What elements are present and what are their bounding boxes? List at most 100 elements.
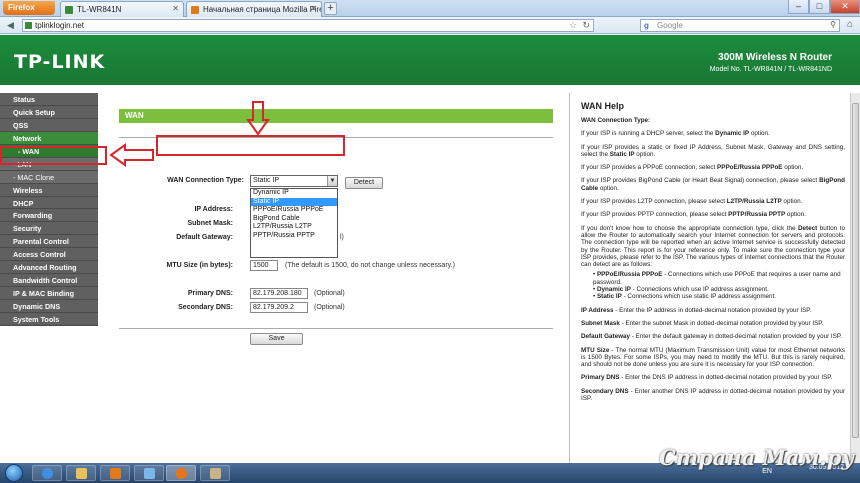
tab-close-icon[interactable]: ✕ bbox=[310, 4, 317, 13]
help-paragraph: Subnet Mask - Enter the subnet Mask in d… bbox=[581, 319, 824, 327]
sidebar-item-mac-clone[interactable]: - MAC Clone bbox=[0, 170, 98, 184]
help-bullet: • Dynamic IP - Connections which use IP … bbox=[593, 286, 769, 294]
search-icon[interactable]: ⚲ bbox=[830, 20, 836, 29]
sidebar-item-advanced-routing[interactable]: Advanced Routing bbox=[0, 261, 98, 275]
search-input[interactable]: g Google ⚲ bbox=[640, 19, 840, 32]
taskbar-tools-icon[interactable] bbox=[200, 465, 230, 481]
gateway-optional-hint: l) bbox=[340, 234, 344, 241]
conn-type-dropdown[interactable]: Dynamic IP Static IP PPPoE/Russia PPPoE Big… bbox=[250, 188, 338, 258]
address-bar[interactable]: tplinklogin.net ☆ ↻ bbox=[22, 19, 594, 32]
primary-dns-input[interactable]: 82.179.208.180 bbox=[250, 288, 308, 299]
url-text: tplinklogin.net bbox=[35, 21, 84, 30]
tab-firefox-start[interactable]: Начальная страница Mozilla Firefox ✕ bbox=[186, 1, 322, 17]
dropdown-option[interactable]: PPTP/Russia PPTP bbox=[251, 232, 337, 241]
minimize-icon[interactable]: – bbox=[788, 0, 809, 14]
model-title: 300M Wireless N Router bbox=[718, 52, 832, 63]
sidebar-item-wireless[interactable]: Wireless bbox=[0, 183, 98, 197]
conn-type-select[interactable]: Static IP ▼ bbox=[250, 175, 338, 187]
tab-router[interactable]: TL-WR841N ✕ bbox=[60, 1, 184, 17]
tab-close-icon[interactable]: ✕ bbox=[172, 4, 179, 13]
secondary-dns-input[interactable]: 82.179.209.2 bbox=[250, 302, 308, 313]
watermark-logo: Страна Мам.ру bbox=[659, 445, 854, 470]
annotation-arrow-down-icon bbox=[246, 101, 270, 136]
save-button[interactable]: Save bbox=[250, 333, 303, 345]
window-controls: – □ ✕ bbox=[788, 0, 860, 16]
search-placeholder: Google bbox=[657, 21, 683, 30]
help-paragraph: Primary DNS - Enter the DNS IP address i… bbox=[581, 374, 833, 382]
default-gateway-label: Default Gateway: bbox=[176, 234, 233, 241]
scrollbar-thumb[interactable] bbox=[852, 103, 859, 438]
detect-button[interactable]: Detect bbox=[345, 177, 383, 189]
help-paragraph: If your ISP provides PPTP connection, pl… bbox=[581, 211, 806, 219]
help-paragraph: Secondary DNS - Enter another DNS IP add… bbox=[581, 387, 845, 403]
close-window-icon[interactable]: ✕ bbox=[830, 0, 860, 14]
home-icon[interactable]: ⌂ bbox=[847, 19, 853, 30]
dropdown-option[interactable]: PPPoE/Russia PPPoE bbox=[251, 206, 337, 215]
secondary-dns-label: Secondary DNS: bbox=[178, 304, 233, 311]
sidebar-item-network[interactable]: Network bbox=[0, 131, 98, 145]
browser-navbar: ◀ tplinklogin.net ☆ ↻ g Google ⚲ ⌂ bbox=[0, 17, 860, 34]
annotation-box-wan-menu bbox=[0, 146, 107, 165]
dropdown-option[interactable]: Static IP bbox=[251, 197, 337, 207]
start-button-icon[interactable] bbox=[5, 464, 23, 482]
mtu-hint: (The default is 1500, do not change unle… bbox=[285, 262, 455, 269]
sidebar-item-ip-mac-binding[interactable]: IP & MAC Binding bbox=[0, 287, 98, 300]
tab-label: Начальная страница Mozilla Firefox bbox=[203, 5, 322, 14]
help-scrollbar[interactable] bbox=[850, 93, 860, 463]
taskbar-ie-icon[interactable] bbox=[32, 465, 62, 481]
section-title: WAN bbox=[119, 109, 553, 123]
google-icon: g bbox=[644, 21, 649, 30]
ip-address-label: IP Address: bbox=[194, 206, 233, 213]
subnet-mask-label: Subnet Mask: bbox=[187, 220, 233, 227]
sidebar-item-status[interactable]: Status bbox=[0, 93, 98, 106]
taskbar-explorer-icon[interactable] bbox=[66, 465, 96, 481]
taskbar-media-icon[interactable] bbox=[100, 465, 130, 481]
sidebar-item-security[interactable]: Security bbox=[0, 222, 98, 236]
annotation-arrow-left-icon bbox=[109, 143, 154, 167]
tab-label: TL-WR841N bbox=[77, 5, 122, 14]
model-number: Model No. TL-WR841N / TL-WR841ND bbox=[709, 66, 832, 73]
sidebar-item-dynamic-dns[interactable]: Dynamic DNS bbox=[0, 300, 98, 313]
sidebar-item-access-control[interactable]: Access Control bbox=[0, 248, 98, 262]
help-paragraph: If your ISP provides BigPond Cable (or H… bbox=[581, 177, 845, 192]
sidebar-item-dhcp[interactable]: DHCP bbox=[0, 196, 98, 210]
tab-favicon-icon bbox=[65, 6, 73, 14]
sidebar-item-forwarding[interactable]: Forwarding bbox=[0, 209, 98, 223]
chevron-down-icon[interactable]: ▼ bbox=[327, 176, 337, 186]
help-paragraph: MTU Size - The normal MTU (Maximum Trans… bbox=[581, 346, 845, 369]
back-arrow-icon[interactable]: ◀ bbox=[4, 19, 17, 32]
site-icon bbox=[25, 22, 32, 29]
sidebar-item-parental-control[interactable]: Parental Control bbox=[0, 235, 98, 249]
help-bullet: • PPPoE/Russia PPPoE - Connections which… bbox=[593, 271, 841, 286]
maximize-icon[interactable]: □ bbox=[809, 0, 830, 14]
divider bbox=[119, 328, 553, 329]
help-paragraph: If you don't know how to choose the appr… bbox=[581, 224, 845, 269]
help-heading: WAN Connection Type: bbox=[581, 117, 651, 124]
help-paragraph: If your ISP provides a PPPoE connection,… bbox=[581, 164, 804, 172]
header-separator bbox=[0, 85, 860, 92]
sidebar-item-quick-setup[interactable]: Quick Setup bbox=[0, 105, 98, 119]
firefox-menu-button[interactable]: Firefox bbox=[3, 1, 55, 15]
mtu-input[interactable]: 1500 bbox=[250, 260, 278, 271]
sidebar-item-qss[interactable]: QSS bbox=[0, 118, 98, 132]
bookmark-star-icon[interactable]: ☆ bbox=[569, 20, 577, 31]
primary-dns-label: Primary DNS: bbox=[187, 290, 233, 297]
router-header: TP-LINK 300M Wireless N Router Model No.… bbox=[0, 35, 860, 85]
tab-favicon-icon bbox=[191, 6, 199, 14]
dropdown-option[interactable]: L2TP/Russia L2TP bbox=[251, 223, 337, 232]
dropdown-option[interactable]: BigPond Cable bbox=[251, 215, 337, 224]
help-title: WAN Help bbox=[581, 101, 625, 111]
help-paragraph: If your ISP provides a static or fixed I… bbox=[581, 143, 845, 158]
sidebar-item-system-tools[interactable]: System Tools bbox=[0, 312, 98, 326]
annotation-box-conn-type bbox=[156, 135, 345, 156]
browser-titlebar: Firefox TL-WR841N ✕ Начальная страница M… bbox=[0, 0, 860, 17]
dropdown-option[interactable]: Dynamic IP bbox=[251, 189, 337, 198]
help-paragraph: Default Gateway - Enter the default gate… bbox=[581, 333, 843, 341]
new-tab-button[interactable]: + bbox=[324, 2, 337, 15]
help-paragraph: If your ISP provides L2TP connection, pl… bbox=[581, 198, 803, 206]
taskbar-firefox-icon[interactable] bbox=[166, 465, 196, 481]
help-paragraph: IP Address - Enter the IP address in dot… bbox=[581, 306, 812, 314]
taskbar-network-icon[interactable] bbox=[134, 465, 164, 481]
reload-icon[interactable]: ↻ bbox=[582, 20, 590, 31]
sidebar-item-bandwidth-control[interactable]: Bandwidth Control bbox=[0, 274, 98, 288]
